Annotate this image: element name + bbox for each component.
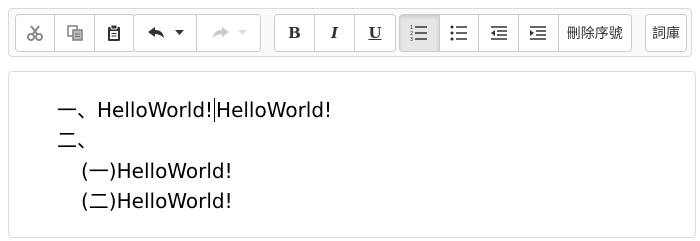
editor-content-area[interactable]: 一、HelloWorld! HelloWorld! 二、 (一)HelloWorl… [8, 71, 696, 238]
remove-numbering-button[interactable]: 刪除序號 [558, 15, 631, 51]
glossary-button[interactable]: 詞庫 [646, 15, 686, 51]
italic-button[interactable]: I [315, 15, 355, 51]
list-marker: 一、 [57, 98, 97, 122]
glossary-label: 詞庫 [652, 26, 680, 42]
bold-label: B [288, 24, 301, 42]
list-group: 1 2 3 刪除序號 [399, 14, 632, 52]
redo-button[interactable] [197, 15, 260, 51]
clipboard-icon [105, 24, 123, 42]
redo-dropdown-caret-icon[interactable] [238, 30, 247, 36]
list-marker: (二) [81, 189, 117, 213]
list-item-level1[interactable]: 一、HelloWorld! HelloWorld! [57, 96, 332, 124]
italic-label: I [330, 24, 339, 42]
list-marker: (一) [81, 159, 117, 183]
indent-icon [529, 25, 547, 41]
bold-button[interactable]: B [275, 15, 315, 51]
list-item-level1[interactable]: 二、 [57, 126, 97, 154]
outdent-icon [490, 25, 508, 41]
underline-label: U [368, 24, 382, 42]
glossary-group: 詞庫 [645, 14, 687, 52]
cut-button[interactable] [16, 15, 56, 51]
remove-numbering-label: 刪除序號 [566, 26, 623, 42]
outdent-button[interactable] [479, 15, 519, 51]
copy-icon [66, 24, 84, 42]
history-group [133, 14, 261, 52]
list-item-text: HelloWorld! [116, 159, 233, 183]
list-item-text: HelloWorld! [116, 189, 233, 213]
unordered-list-button[interactable] [439, 15, 480, 51]
ordered-list-icon: 1 2 3 [410, 24, 428, 42]
redo-arrow-icon [210, 26, 230, 40]
list-item-text-after-caret: HelloWorld! [216, 98, 333, 122]
unordered-list-icon [450, 24, 468, 42]
copy-button[interactable] [55, 15, 95, 51]
editor-toolbar: B I U 1 2 3 刪除序號 詞庫 [8, 8, 692, 57]
list-item-text: HelloWorld! [97, 98, 214, 122]
format-group: B I U [274, 14, 396, 52]
indent-button[interactable] [518, 15, 559, 51]
underline-button[interactable]: U [355, 15, 395, 51]
list-item-level2[interactable]: (一)HelloWorld! [81, 157, 233, 185]
undo-arrow-icon [147, 26, 167, 40]
clipboard-group [15, 14, 135, 52]
ordered-list-button[interactable]: 1 2 3 [400, 15, 440, 51]
paste-button[interactable] [94, 15, 134, 51]
undo-dropdown-caret-icon[interactable] [174, 30, 184, 36]
list-item-level2[interactable]: (二)HelloWorld! [81, 187, 233, 215]
text-caret [214, 98, 216, 122]
list-marker: 二、 [57, 128, 97, 152]
scissors-icon [26, 24, 44, 42]
svg-text:3: 3 [410, 37, 413, 42]
undo-button[interactable] [134, 15, 198, 51]
